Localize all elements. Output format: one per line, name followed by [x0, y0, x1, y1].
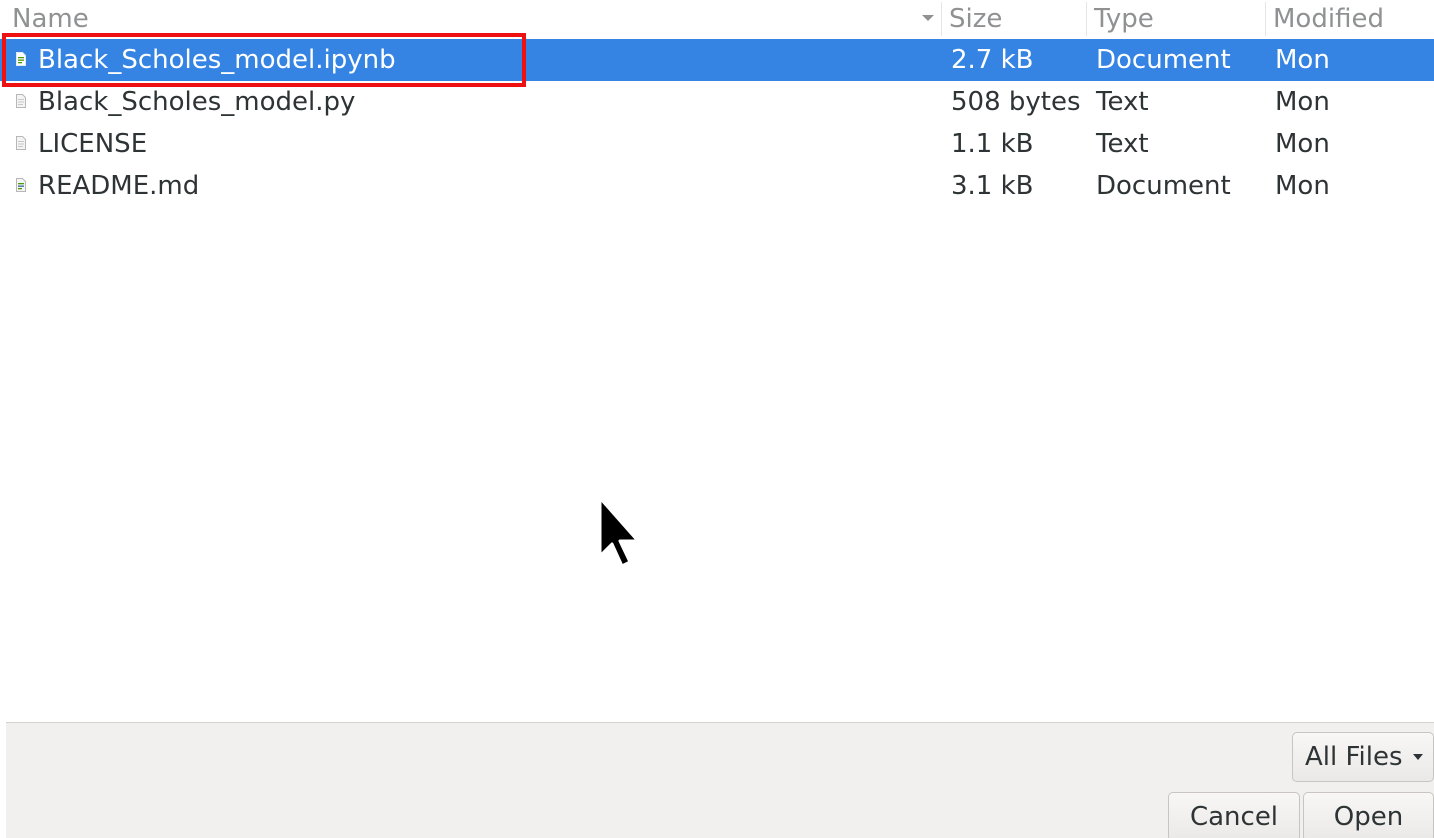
file-type: Text [1096, 87, 1149, 117]
file-name: README.md [38, 171, 200, 201]
dropdown-arrow-icon [1413, 754, 1423, 760]
file-size: 508 bytes [951, 87, 1081, 117]
file-row[interactable]: LICENSE 1.1 kB Text Mon [0, 123, 1434, 165]
text-file-icon [16, 94, 26, 108]
file-name: Black_Scholes_model.py [38, 87, 356, 117]
file-modified: Mon [1275, 87, 1330, 117]
open-button[interactable]: Open [1303, 792, 1434, 838]
file-type: Document [1096, 171, 1231, 201]
mouse-pointer-icon [598, 496, 640, 568]
document-icon [16, 178, 26, 192]
file-size: 2.7 kB [951, 45, 1034, 75]
dialog-footer: All Files Cancel Open [6, 722, 1434, 838]
column-divider[interactable] [1086, 2, 1087, 36]
column-header-name-label: Name [12, 4, 89, 34]
column-header-type-label: Type [1094, 4, 1154, 34]
column-header-modified-label: Modified [1273, 4, 1384, 34]
column-header-size[interactable]: Size [949, 0, 1085, 38]
column-header-size-label: Size [949, 4, 1003, 34]
file-size: 1.1 kB [951, 129, 1034, 159]
file-filter-label: All Files [1305, 742, 1403, 772]
sort-descending-icon [922, 15, 934, 21]
file-list-header: Name Size Type Modified [0, 0, 1434, 38]
document-icon [16, 52, 26, 66]
file-row[interactable]: Black_Scholes_model.ipynb 2.7 kB Documen… [0, 39, 1434, 81]
text-file-icon [16, 136, 26, 150]
cancel-button[interactable]: Cancel [1168, 792, 1300, 838]
column-header-name[interactable]: Name [12, 0, 940, 38]
file-filter-dropdown[interactable]: All Files [1292, 732, 1434, 782]
file-modified: Mon [1275, 45, 1330, 75]
column-divider[interactable] [1265, 2, 1266, 36]
file-row[interactable]: Black_Scholes_model.py 508 bytes Text Mo… [0, 81, 1434, 123]
file-chooser-dialog: Name Size Type Modified Black_Scholes_mo… [0, 0, 1434, 838]
file-modified: Mon [1275, 129, 1330, 159]
column-divider[interactable] [941, 2, 942, 36]
file-type: Text [1096, 129, 1149, 159]
column-header-modified[interactable]: Modified [1273, 0, 1433, 38]
file-row[interactable]: README.md 3.1 kB Document Mon [0, 165, 1434, 207]
file-name: LICENSE [38, 129, 148, 159]
column-header-type[interactable]: Type [1094, 0, 1264, 38]
file-name: Black_Scholes_model.ipynb [38, 45, 396, 75]
file-modified: Mon [1275, 171, 1330, 201]
file-size: 3.1 kB [951, 171, 1034, 201]
file-type: Document [1096, 45, 1231, 75]
